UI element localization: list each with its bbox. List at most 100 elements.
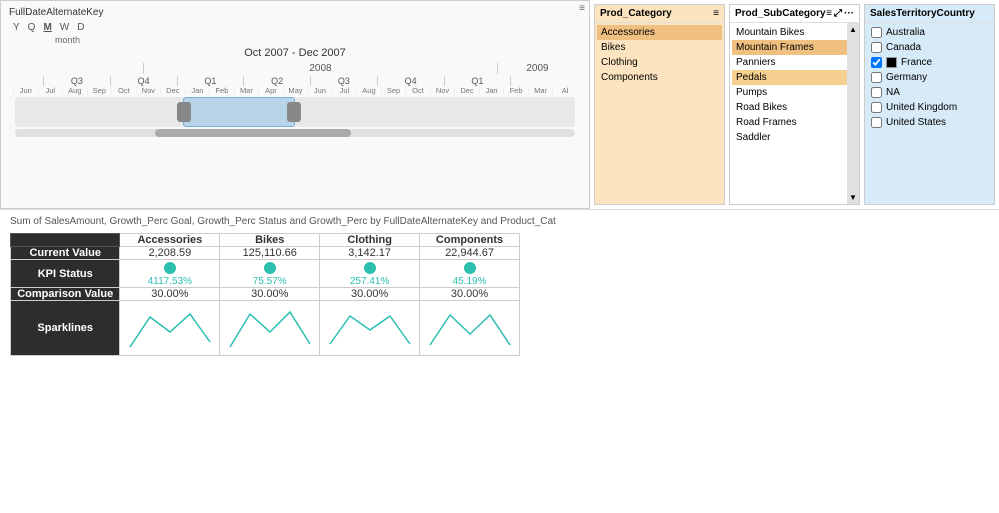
comp-accessories: 30.00% bbox=[120, 288, 220, 301]
subcategory-menu-icon[interactable]: ≡ bbox=[826, 8, 832, 19]
territory-us[interactable]: United States bbox=[867, 115, 992, 130]
subcategory-road-bikes[interactable]: Road Bikes bbox=[732, 100, 857, 115]
territory-germany-label: Germany bbox=[886, 72, 927, 83]
subcategory-mountain-bikes[interactable]: Mountain Bikes bbox=[732, 25, 857, 40]
territory-france-color bbox=[886, 57, 897, 68]
territory-list: Australia Canada France Germany N bbox=[865, 23, 994, 204]
m-al: Al bbox=[552, 86, 577, 95]
col-header-clothing: Clothing bbox=[320, 234, 420, 247]
timeline-handle-right[interactable] bbox=[287, 102, 301, 122]
subcategory-saddles[interactable]: Saddler bbox=[732, 130, 857, 145]
kpi-clothing: 257.41% bbox=[320, 260, 420, 288]
sparkline-svg-components bbox=[425, 302, 515, 352]
m-jun2: Jun bbox=[307, 86, 332, 95]
m-mar: Mar bbox=[234, 86, 259, 95]
kpi-dot-clothing bbox=[364, 262, 376, 274]
territory-australia[interactable]: Australia bbox=[867, 25, 992, 40]
subcategory-road-frames[interactable]: Road Frames bbox=[732, 115, 857, 130]
timeline-menu-icon[interactable]: ≡ bbox=[579, 3, 585, 14]
prod-subcategory-title: Prod_SubCategory bbox=[735, 8, 826, 19]
territory-na[interactable]: NA bbox=[867, 85, 992, 100]
territory-france-checkbox[interactable] bbox=[871, 57, 882, 68]
subcategory-pedals[interactable]: Pedals bbox=[732, 70, 857, 85]
year-2009: 2009 bbox=[497, 63, 577, 74]
q-q2-2008: Q2 bbox=[243, 76, 310, 86]
sparkline-bikes bbox=[220, 301, 320, 356]
category-item-clothing[interactable]: Clothing bbox=[597, 55, 722, 70]
sparkline-clothing bbox=[320, 301, 420, 356]
metric-sparklines: Sparklines bbox=[11, 301, 120, 356]
territory-france[interactable]: France bbox=[867, 55, 992, 70]
m-sep2: Sep bbox=[381, 86, 406, 95]
m-mar2: Mar bbox=[528, 86, 553, 95]
territory-uk[interactable]: United Kingdom bbox=[867, 100, 992, 115]
col-header-components: Components bbox=[420, 234, 520, 247]
subcategory-panniers[interactable]: Panniers bbox=[732, 55, 857, 70]
timeline-scrollbar[interactable] bbox=[15, 129, 575, 137]
timeline-handle-left[interactable] bbox=[177, 102, 191, 122]
bottom-section: Sum of SalesAmount, Growth_Perc Goal, Gr… bbox=[0, 210, 999, 362]
category-item-bikes[interactable]: Bikes bbox=[597, 40, 722, 55]
col-header-accessories: Accessories bbox=[120, 234, 220, 247]
timeline-year-row: 2008 2009 bbox=[5, 61, 585, 76]
ctrl-m[interactable]: M bbox=[43, 22, 51, 33]
prod-category-header: Prod_Category ≡ bbox=[595, 5, 724, 23]
cv-bikes: 125,110.66 bbox=[220, 247, 320, 260]
m-aug: Aug bbox=[62, 86, 87, 95]
m-jun: Jun bbox=[13, 86, 38, 95]
kpi-pct-bikes: 75.57% bbox=[220, 276, 319, 287]
territory-australia-checkbox[interactable] bbox=[871, 27, 882, 38]
territory-uk-checkbox[interactable] bbox=[871, 102, 882, 113]
timeline-scroll-thumb[interactable] bbox=[155, 129, 351, 137]
territory-canada-label: Canada bbox=[886, 42, 921, 53]
timeline-bar[interactable] bbox=[15, 97, 575, 127]
subcategory-pumps[interactable]: Pumps bbox=[732, 85, 857, 100]
m-dec2: Dec bbox=[454, 86, 479, 95]
comp-components: 30.00% bbox=[420, 288, 520, 301]
m-dec: Dec bbox=[160, 86, 185, 95]
timeline-quarter-row: Q3 Q4 Q1 Q2 Q3 Q4 Q1 bbox=[5, 76, 585, 86]
territory-na-checkbox[interactable] bbox=[871, 87, 882, 98]
territory-canada[interactable]: Canada bbox=[867, 40, 992, 55]
q-q1-2008: Q1 bbox=[177, 76, 244, 86]
prod-subcategory-list: Mountain Bikes Mountain Frames Panniers … bbox=[730, 23, 859, 204]
ctrl-y[interactable]: Y bbox=[13, 22, 20, 33]
category-menu-icon[interactable]: ≡ bbox=[713, 8, 719, 19]
ctrl-q[interactable]: Q bbox=[28, 22, 36, 33]
prod-category-list: Accessories Bikes Clothing Components bbox=[595, 23, 724, 204]
sparkline-accessories bbox=[120, 301, 220, 356]
timeline-month-row: Jun Jul Aug Sep Oct Nov Dec Jan Feb Mar … bbox=[5, 86, 585, 95]
m-jul2: Jul bbox=[332, 86, 357, 95]
territory-france-label: France bbox=[901, 57, 932, 68]
territory-germany-checkbox[interactable] bbox=[871, 72, 882, 83]
ctrl-d[interactable]: D bbox=[77, 22, 84, 33]
table-row-current-value: Current Value 2,208.59 125,110.66 3,142.… bbox=[11, 247, 520, 260]
category-item-accessories[interactable]: Accessories bbox=[597, 25, 722, 40]
timeline-selection[interactable] bbox=[183, 97, 295, 127]
subcategory-scroll-down-icon[interactable]: ▼ bbox=[849, 193, 857, 202]
table-row-kpi: KPI Status 4117.53% 75.57% 257.41% 45.19… bbox=[11, 260, 520, 288]
subcategory-mountain-frames[interactable]: Mountain Frames bbox=[732, 40, 857, 55]
timeline-unit-label: month bbox=[5, 35, 585, 45]
m-jan2: Jan bbox=[479, 86, 504, 95]
sparkline-svg-accessories bbox=[125, 302, 215, 352]
subcategory-more-icon[interactable]: ··· bbox=[844, 8, 854, 19]
category-item-components[interactable]: Components bbox=[597, 70, 722, 85]
territory-header: SalesTerritoryCountry bbox=[865, 5, 994, 23]
ctrl-w[interactable]: W bbox=[60, 22, 69, 33]
cv-components: 22,944.67 bbox=[420, 247, 520, 260]
comp-clothing: 30.00% bbox=[320, 288, 420, 301]
subcategory-scroll-up-icon[interactable]: ▲ bbox=[849, 25, 857, 34]
cv-clothing: 3,142.17 bbox=[320, 247, 420, 260]
territory-germany[interactable]: Germany bbox=[867, 70, 992, 85]
filter-panels: Prod_Category ≡ Accessories Bikes Clothi… bbox=[590, 0, 999, 209]
subcategory-expand-icon[interactable]: ⤢ bbox=[834, 8, 842, 19]
timeline-title: FullDateAlternateKey bbox=[5, 5, 585, 20]
year-2008: 2008 bbox=[143, 63, 497, 74]
sparkline-svg-clothing bbox=[325, 302, 415, 352]
territory-us-checkbox[interactable] bbox=[871, 117, 882, 128]
territory-canada-checkbox[interactable] bbox=[871, 42, 882, 53]
prod-category-panel: Prod_Category ≡ Accessories Bikes Clothi… bbox=[594, 4, 725, 205]
table-row-sparklines: Sparklines bbox=[11, 301, 520, 356]
kpi-dot-accessories bbox=[164, 262, 176, 274]
